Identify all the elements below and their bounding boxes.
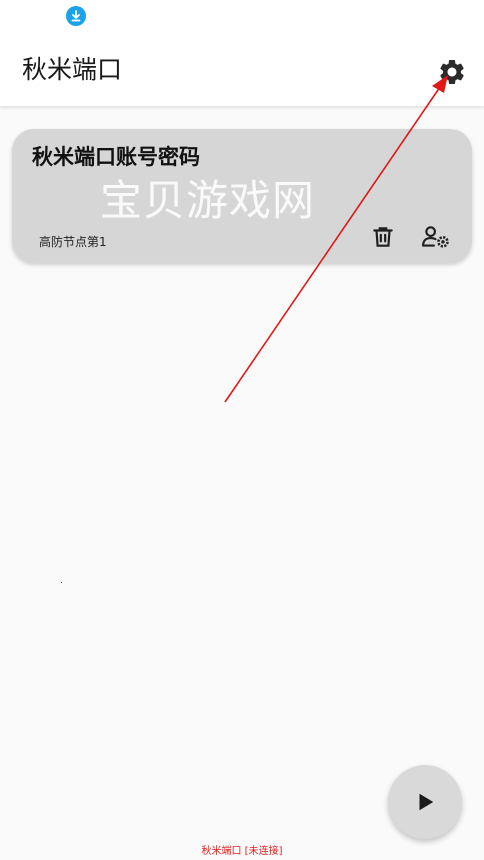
card-title: 秋米端口账号密码 (32, 145, 200, 169)
card-subtitle: 高防节点第1 (39, 235, 107, 249)
status-bar (0, 0, 484, 34)
play-icon (419, 793, 434, 811)
user-gear-icon (422, 226, 449, 248)
settings-button[interactable] (430, 52, 474, 92)
user-settings-button[interactable] (418, 221, 454, 253)
watermark-text: 宝贝游戏网 (100, 176, 316, 225)
gear-icon (440, 60, 464, 84)
trash-icon (373, 227, 393, 247)
connection-status: 秋米端口 [未连接] (201, 846, 283, 857)
download-icon (66, 6, 86, 26)
connect-play-button[interactable] (388, 765, 462, 839)
app-title: 秋米端口 (22, 55, 123, 84)
account-card[interactable]: 秋米端口账号密码 宝贝游戏网 高防节点第1 (12, 129, 472, 263)
delete-button[interactable] (367, 221, 399, 253)
stray-dot (61, 582, 62, 583)
app-bar: 秋米端口 (0, 34, 484, 106)
